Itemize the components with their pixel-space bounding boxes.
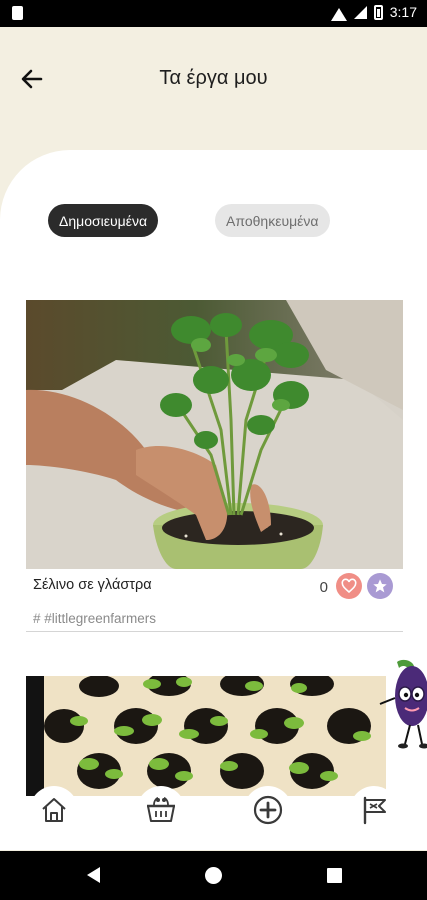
tab-saved[interactable]: Αποθηκευμένα bbox=[215, 204, 330, 237]
home-icon bbox=[42, 798, 66, 822]
system-home-icon[interactable] bbox=[205, 867, 222, 884]
heart-icon bbox=[341, 578, 357, 594]
tabs: Δημοσιευμένα Αποθηκευμένα bbox=[48, 204, 330, 237]
basket-icon bbox=[147, 797, 175, 822]
post-image[interactable] bbox=[26, 300, 403, 569]
like-button[interactable] bbox=[336, 573, 362, 599]
status-bar: 3:17 bbox=[0, 0, 427, 27]
system-navigation-bar bbox=[0, 851, 427, 900]
wifi-icon bbox=[330, 7, 347, 21]
nav-add-button[interactable] bbox=[244, 786, 292, 834]
post-title: Σέλινο σε γλάστρα bbox=[33, 577, 152, 593]
post-tag[interactable]: # #littlegreenfarmers bbox=[26, 605, 403, 632]
system-recents-icon[interactable] bbox=[327, 868, 342, 883]
flag-icon bbox=[363, 796, 386, 825]
celery-in-pot-photo bbox=[26, 300, 403, 569]
battery-icon bbox=[373, 4, 383, 20]
add-circle-icon bbox=[253, 795, 283, 825]
bottom-navigation bbox=[0, 786, 427, 851]
eggplant-mascot bbox=[379, 659, 427, 749]
nav-flag-button[interactable] bbox=[350, 786, 398, 834]
like-count: 0 bbox=[319, 579, 328, 596]
page-title: Τα έργα μου bbox=[159, 67, 268, 89]
favorite-button[interactable] bbox=[367, 573, 393, 599]
post-card[interactable] bbox=[26, 676, 403, 796]
seedlings-egg-carton-photo bbox=[44, 676, 386, 796]
sim-icon bbox=[12, 6, 23, 20]
header: Τα έργα μου bbox=[0, 27, 427, 137]
star-icon bbox=[373, 579, 387, 593]
signal-icon bbox=[353, 5, 367, 19]
system-back-icon[interactable] bbox=[87, 867, 100, 883]
content-sheet: Δημοσιευμένα Αποθηκευμένα Σέλινο σε γλάσ… bbox=[0, 150, 427, 850]
nav-home-button[interactable] bbox=[30, 786, 78, 834]
nav-basket-button[interactable] bbox=[137, 786, 185, 834]
post-card[interactable]: Σέλινο σε γλάστρα 0 # #littlegreenfarmer… bbox=[26, 300, 403, 632]
status-time: 3:17 bbox=[389, 4, 417, 20]
tab-published[interactable]: Δημοσιευμένα bbox=[48, 204, 159, 237]
post-image[interactable] bbox=[26, 676, 386, 796]
